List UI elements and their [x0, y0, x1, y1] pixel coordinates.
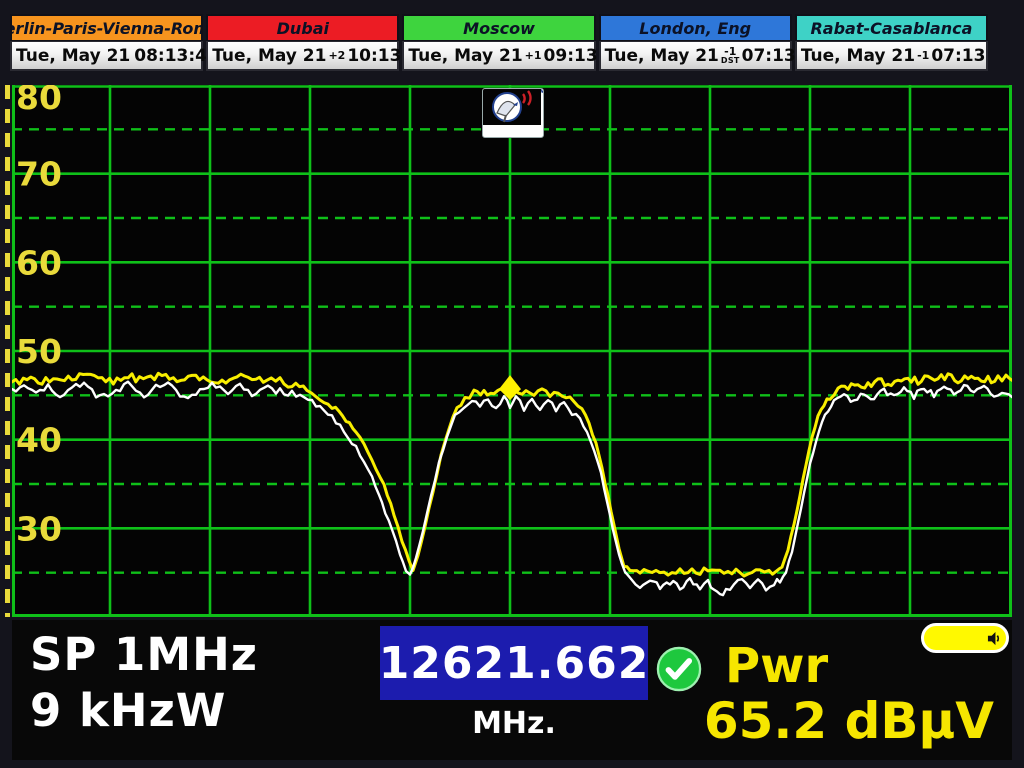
- power-value: 65.2 dBµV: [704, 692, 994, 750]
- y-axis-tick-label: 60: [16, 243, 62, 282]
- clock-time-row: Tue, May 21 08:13:45: [10, 41, 203, 71]
- clock-time: 07:13: [931, 46, 985, 66]
- trace-live: [12, 382, 1012, 595]
- y-axis-tick-label: 50: [16, 332, 62, 371]
- clock-time: 09:13: [544, 46, 598, 66]
- clock-time: 10:13: [347, 46, 401, 66]
- y-axis-tick-label: 70: [16, 155, 62, 194]
- power-label: Pwr: [725, 638, 828, 694]
- speaker-icon: [987, 631, 1002, 646]
- clock-panel-moscow: Moscow Tue, May 21 +1 09:13: [402, 14, 595, 73]
- clock-time-row: Tue, May 21 -1 DST 07:13:45: [599, 41, 792, 71]
- clock-city-label: Rabat-Casablanca: [810, 19, 972, 38]
- clock-date: Tue, May 21: [16, 46, 130, 66]
- clock-panel-london: London, Eng Tue, May 21 -1 DST 07:13:45: [599, 14, 792, 73]
- bandwidth-readout: 9 kHzW: [30, 684, 226, 737]
- clock-city: Berlin-Paris-Vienna-Roma: [10, 14, 203, 41]
- satellite-dish-icon: [483, 89, 541, 125]
- clock-panel-rabat: Rabat-Casablanca Tue, May 21 -1 07:13: [795, 14, 988, 73]
- clock-utc-offset: -1: [917, 50, 929, 61]
- spectrum-plot[interactable]: 30 40 50 60 70 80: [12, 85, 1012, 617]
- spectrum-chart: 30 40 50 60 70 80 DXSATCS.COM: [12, 85, 1012, 617]
- dxsatcs-logo: DXSATCS.COM: [482, 88, 544, 138]
- span-readout: SP 1MHz: [30, 628, 258, 681]
- clock-utc-offset: -1 DST: [721, 46, 740, 65]
- satellite-meter-screen: Berlin-Paris-Vienna-Roma Tue, May 21 08:…: [0, 0, 1024, 768]
- clock-panel-berlin: Berlin-Paris-Vienna-Roma Tue, May 21 08:…: [10, 14, 203, 73]
- clock-city-label: Moscow: [463, 19, 535, 38]
- clock-date: Tue, May 21: [212, 46, 326, 66]
- frequency-display[interactable]: 12621.662: [380, 626, 648, 700]
- clock-city: Rabat-Casablanca: [795, 14, 988, 41]
- clock-date: Tue, May 21: [801, 46, 915, 66]
- clock-time-row: Tue, May 21 +2 10:13: [206, 41, 399, 71]
- clock-city: Dubai: [206, 14, 399, 41]
- y-axis-labels: 30 40 50 60 70 80: [16, 85, 62, 548]
- frequency-unit: MHz.: [380, 706, 648, 741]
- clock-utc-offset: +2: [328, 50, 345, 61]
- clock-city: London, Eng: [599, 14, 792, 41]
- y-axis-tick-label: 40: [16, 421, 62, 460]
- grid-lines: [12, 85, 1012, 617]
- y-axis-tick-label: 30: [16, 509, 62, 548]
- clock-time-row: Tue, May 21 -1 07:13: [795, 41, 988, 71]
- clock-panel-dubai: Dubai Tue, May 21 +2 10:13: [206, 14, 399, 73]
- world-clock-bar: Berlin-Paris-Vienna-Roma Tue, May 21 08:…: [10, 14, 988, 73]
- clock-city-label: Dubai: [277, 19, 329, 38]
- clock-date: Tue, May 21: [605, 46, 719, 66]
- clock-time-row: Tue, May 21 +1 09:13: [402, 41, 595, 71]
- y-axis-dashed-line: [5, 85, 10, 617]
- signal-lock-check-icon: [656, 646, 702, 692]
- clock-city-label: London, Eng: [639, 19, 751, 38]
- clock-city-label: Berlin-Paris-Vienna-Roma: [10, 19, 203, 38]
- clock-date: Tue, May 21: [408, 46, 522, 66]
- y-axis-tick-label: 80: [16, 85, 62, 117]
- volume-indicator[interactable]: [921, 623, 1009, 653]
- readout-panel: SP 1MHz 9 kHzW 12621.662 MHz. Pwr 65.2 d…: [12, 620, 1012, 760]
- clock-city: Moscow: [402, 14, 595, 41]
- frequency-value: 12621.662: [379, 638, 650, 689]
- clock-utc-offset: +1: [525, 50, 542, 61]
